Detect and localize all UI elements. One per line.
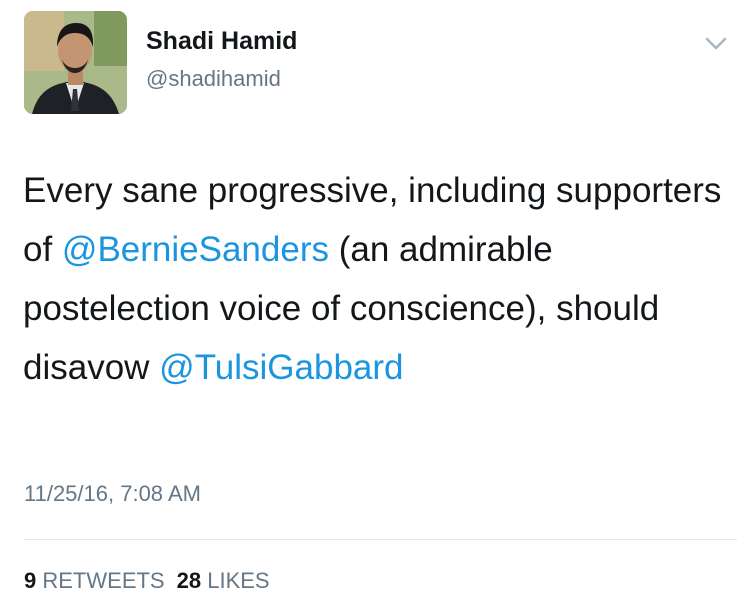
divider [24,539,737,540]
avatar-image [24,11,127,114]
mention-link-tulsigabbard[interactable]: @TulsiGabbard [159,348,403,387]
tweet-text: Every sane progressive, including suppor… [23,161,723,397]
likes-label: LIKES [207,568,270,593]
tweet-stats: 9 RETWEETS 28 LIKES [24,568,270,594]
author-name[interactable]: Shadi Hamid [146,27,297,56]
avatar[interactable] [24,11,127,114]
likes-stat[interactable]: 28 LIKES [177,568,270,593]
retweets-label: RETWEETS [42,568,165,593]
tweet-timestamp[interactable]: 11/25/16, 7:08 AM [24,481,201,507]
mention-link-berniesanders[interactable]: @BernieSanders [62,230,329,269]
retweets-count: 9 [24,568,37,593]
likes-count: 28 [176,568,202,593]
retweets-stat[interactable]: 9 RETWEETS [24,568,165,593]
author-handle[interactable]: @shadihamid [146,66,281,92]
chevron-down-icon[interactable] [704,36,728,52]
